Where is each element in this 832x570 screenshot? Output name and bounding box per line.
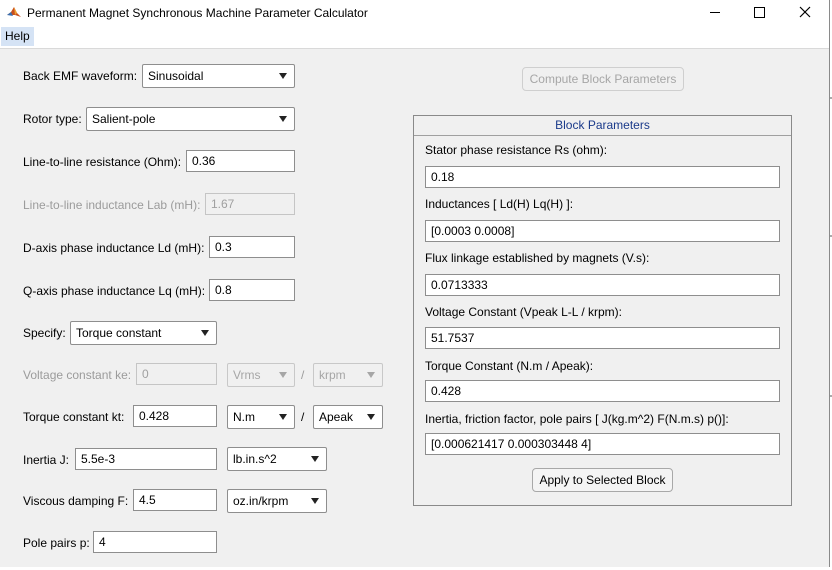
back-emf-dropdown[interactable]: Sinusoidal: [142, 64, 295, 88]
chevron-down-icon: [367, 372, 375, 378]
d-inductance-input[interactable]: 0.3: [209, 236, 295, 258]
torque-unit2-dropdown[interactable]: Apeak: [313, 405, 383, 429]
back-emf-value: Sinusoidal: [148, 69, 204, 83]
flux-linkage-output[interactable]: 0.0713333: [425, 274, 780, 296]
app-window: Permanent Magnet Synchronous Machine Par…: [0, 0, 830, 567]
chevron-down-icon: [311, 498, 319, 504]
voltage-unit2-value: krpm: [319, 368, 346, 382]
chevron-down-icon: [279, 116, 287, 122]
torque-unit-separator: /: [301, 410, 305, 424]
torque-constant-input[interactable]: 0.428: [133, 405, 217, 427]
voltage-constant-output[interactable]: 51.7537: [425, 327, 780, 349]
pole-pairs-input[interactable]: 4: [93, 531, 217, 553]
stator-resistance-output[interactable]: 0.18: [425, 166, 780, 188]
rotor-type-label: Rotor type:: [23, 112, 82, 126]
rotor-type-dropdown[interactable]: Salient-pole: [86, 107, 295, 131]
title-bar: Permanent Magnet Synchronous Machine Par…: [0, 0, 829, 26]
compute-block-parameters-button[interactable]: Compute Block Parameters: [522, 67, 684, 91]
stator-resistance-label: Stator phase resistance Rs (ohm):: [425, 143, 608, 157]
inductances-output[interactable]: [0.0003 0.0008]: [425, 220, 780, 242]
chevron-down-icon: [311, 456, 319, 462]
voltage-unit1-dropdown: Vrms: [227, 363, 295, 387]
inertia-friction-poles-label: Inertia, friction factor, pole pairs [ J…: [425, 412, 729, 426]
d-inductance-label: D-axis phase inductance Ld (mH):: [23, 241, 205, 255]
torque-unit1-value: N.m: [233, 410, 255, 424]
apply-to-selected-block-button[interactable]: Apply to Selected Block: [532, 468, 673, 492]
maximize-button[interactable]: [736, 0, 782, 26]
chevron-down-icon: [279, 372, 287, 378]
voltage-unit-separator: /: [301, 368, 305, 382]
flux-linkage-label: Flux linkage established by magnets (V.s…: [425, 251, 650, 265]
voltage-unit2-dropdown: krpm: [313, 363, 383, 387]
q-inductance-input[interactable]: 0.8: [209, 279, 295, 301]
specify-value: Torque constant: [76, 326, 162, 340]
minimize-button[interactable]: [692, 0, 738, 26]
menu-help[interactable]: Help: [1, 27, 34, 46]
chevron-down-icon: [279, 73, 287, 79]
torque-unit2-value: Apeak: [319, 410, 354, 424]
close-button[interactable]: [782, 0, 828, 26]
voltage-constant-input: 0: [136, 363, 217, 385]
close-icon: [799, 6, 811, 18]
inertia-label: Inertia J:: [23, 453, 70, 467]
maximize-icon: [754, 7, 765, 18]
pole-pairs-label: Pole pairs p:: [23, 536, 90, 550]
menu-bar: Help: [0, 26, 829, 49]
viscous-input[interactable]: 4.5: [133, 489, 217, 511]
chevron-down-icon: [279, 414, 287, 420]
line-inductance-label: Line-to-line inductance Lab (mH):: [23, 198, 201, 212]
block-parameters-panel: Block Parameters Stator phase resistance…: [413, 115, 792, 506]
inertia-unit-dropdown[interactable]: lb.in.s^2: [227, 447, 327, 471]
torque-constant-output[interactable]: 0.428: [425, 380, 780, 402]
voltage-unit1-value: Vrms: [233, 368, 261, 382]
torque-constant-label: Torque constant kt:: [23, 410, 125, 424]
specify-label: Specify:: [23, 326, 66, 340]
viscous-label: Viscous damping F:: [23, 494, 129, 508]
torque-unit1-dropdown[interactable]: N.m: [227, 405, 295, 429]
torque-constant-output-label: Torque Constant (N.m / Apeak):: [425, 359, 594, 373]
back-emf-label: Back EMF waveform:: [23, 69, 138, 83]
line-resistance-label: Line-to-line resistance (Ohm):: [23, 155, 182, 169]
specify-dropdown[interactable]: Torque constant: [70, 321, 217, 345]
voltage-constant-output-label: Voltage Constant (Vpeak L-L / krpm):: [425, 305, 622, 319]
line-inductance-input: 1.67: [205, 193, 295, 215]
minimize-icon: [710, 12, 720, 13]
panel-title: Block Parameters: [414, 116, 791, 136]
chevron-down-icon: [367, 414, 375, 420]
inertia-input[interactable]: 5.5e-3: [75, 448, 217, 470]
window-title: Permanent Magnet Synchronous Machine Par…: [27, 6, 368, 20]
chevron-down-icon: [201, 330, 209, 336]
viscous-unit-dropdown[interactable]: oz.in/krpm: [227, 489, 327, 513]
inertia-friction-poles-output[interactable]: [0.000621417 0.000303448 4]: [425, 433, 780, 455]
voltage-constant-label: Voltage constant ke:: [23, 368, 132, 382]
viscous-unit-value: oz.in/krpm: [233, 494, 289, 508]
matlab-logo-icon: [6, 5, 22, 21]
inductances-label: Inductances [ Ld(H) Lq(H) ]:: [425, 197, 574, 211]
rotor-type-value: Salient-pole: [92, 112, 156, 126]
q-inductance-label: Q-axis phase inductance Lq (mH):: [23, 284, 206, 298]
inertia-unit-value: lb.in.s^2: [233, 452, 277, 466]
line-resistance-input[interactable]: 0.36: [186, 150, 295, 172]
